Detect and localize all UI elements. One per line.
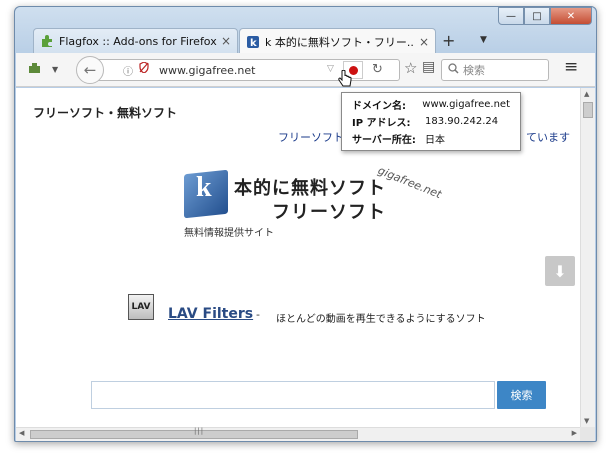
chevron-down-icon[interactable]: ▼ (52, 65, 58, 74)
close-icon[interactable]: × (419, 35, 429, 49)
popup-row-location: サーバー所在: 日本 (352, 130, 510, 147)
scroll-up-icon[interactable]: ▲ (584, 90, 589, 98)
site-logo[interactable]: k 本的に無料ソフト フリーソフト 無料情報提供サイト gigafree.net (184, 163, 444, 246)
page-subtitle-tail[interactable]: ています (526, 129, 570, 145)
popup-key: サーバー所在: (352, 135, 416, 146)
logo-line-2: フリーソフト (272, 202, 386, 223)
k-site-icon: k (246, 35, 260, 49)
horizontal-scrollbar[interactable]: ◀ ||| ▶ (16, 427, 580, 441)
separator-dash: - (256, 308, 260, 321)
maximize-button[interactable]: □ (524, 7, 550, 25)
popup-row-ip: IP アドレス: 183.90.242.24 (352, 113, 510, 130)
svg-text:k: k (250, 38, 257, 49)
tabs-menu-button[interactable]: ▼ (480, 35, 487, 45)
tab-label: k 本的に無料ソフト・フリー... (265, 35, 415, 49)
site-search-button[interactable]: 検索 (497, 381, 546, 409)
close-window-button[interactable]: ✕ (550, 7, 592, 25)
reload-icon[interactable]: ↻ (372, 62, 383, 77)
popup-row-domain: ドメイン名: www.gigafree.net (352, 96, 510, 113)
url-text[interactable]: www.gigafree.net (159, 64, 255, 77)
popup-value: 183.90.242.24 (425, 116, 499, 127)
scrollbar-corner (580, 427, 595, 441)
reader-list-icon[interactable]: ▤ (422, 59, 435, 75)
scroll-grip: ||| (194, 427, 205, 435)
popup-key: IP アドレス: (352, 118, 411, 129)
tab-flagfox-addons[interactable]: Flagfox :: Add-ons for Firefox × (33, 28, 238, 53)
scroll-down-icon[interactable]: ▼ (584, 417, 589, 425)
logo-line-1: 本的に無料ソフト (234, 178, 386, 199)
bookmark-star-icon[interactable]: ☆ (404, 59, 417, 77)
url-bar[interactable]: ⓘ www.gigafree.net ▽ ↻ (88, 59, 400, 81)
tab-label: Flagfox :: Add-ons for Firefox (59, 34, 217, 48)
scroll-right-icon[interactable]: ▶ (572, 429, 577, 437)
vertical-scrollbar[interactable]: ▲ ▼ (580, 88, 595, 427)
hamburger-menu-icon[interactable]: ≡ (564, 57, 578, 77)
home-icon[interactable] (28, 62, 41, 77)
lav-filters-description: ほとんどの動画を再生できるようにするソフト (276, 314, 486, 325)
back-button[interactable]: ← (76, 56, 104, 84)
popup-value: www.gigafree.net (422, 99, 510, 110)
download-icon[interactable]: ⬇ (545, 256, 575, 286)
search-placeholder: 検索 (463, 64, 485, 77)
logo-domain: gigafree.net (376, 163, 444, 202)
flagfox-info-popup: ドメイン名: www.gigafree.net IP アドレス: 183.90.… (341, 92, 521, 151)
puzzle-icon (40, 34, 54, 48)
new-tab-button[interactable]: + (442, 31, 455, 50)
popup-key: ドメイン名: (352, 101, 406, 112)
logo-tagline: 無料情報提供サイト (184, 228, 274, 239)
scroll-left-icon[interactable]: ◀ (19, 429, 24, 437)
minimize-button[interactable]: — (498, 7, 524, 25)
popup-value: 日本 (425, 135, 445, 146)
tracking-shield-icon[interactable] (139, 61, 149, 76)
info-icon[interactable]: ⓘ (123, 63, 133, 78)
page-title: フリーソフト・無料ソフト (33, 106, 178, 120)
close-icon[interactable]: × (221, 34, 231, 48)
browser-window: Flagfox :: Add-ons for Firefox × k k 本的に… (14, 6, 597, 442)
search-icon (448, 63, 459, 77)
lav-filters-link[interactable]: LAV Filters (168, 306, 253, 322)
navigation-toolbar: ▼ ← ⓘ www.gigafree.net ▽ ↻ ☆ ▤ 検索 ≡ (16, 53, 595, 87)
url-dropdown-icon[interactable]: ▽ (327, 64, 334, 74)
tab-gigafree[interactable]: k k 本的に無料ソフト・フリー... × (239, 28, 436, 54)
site-search-input[interactable] (91, 381, 495, 409)
logo-letter: k (196, 172, 212, 203)
search-bar[interactable]: 検索 (441, 59, 549, 81)
vertical-scroll-thumb[interactable] (583, 102, 593, 118)
lav-filters-icon[interactable]: LAV (128, 294, 154, 320)
window-controls: — □ ✕ (498, 7, 592, 25)
hand-cursor-icon (338, 69, 352, 92)
